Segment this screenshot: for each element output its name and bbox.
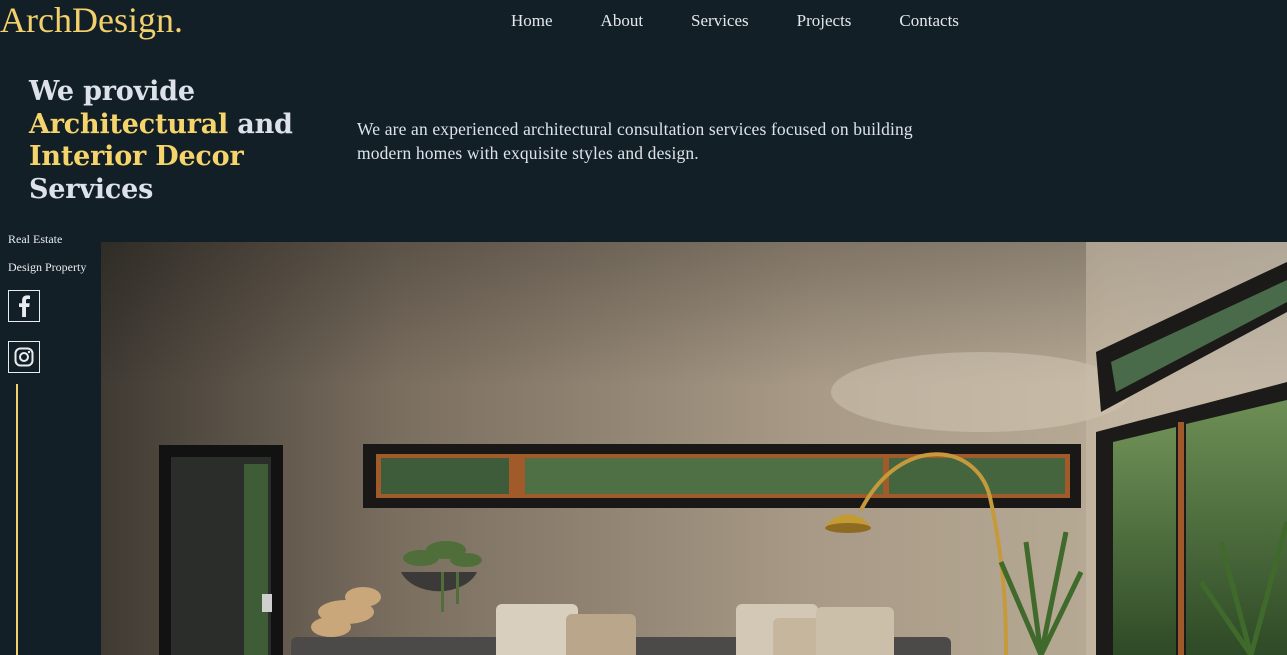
instagram-icon bbox=[14, 347, 34, 367]
hero-title-highlight-architectural: Architectural bbox=[29, 108, 229, 140]
nav-home[interactable]: Home bbox=[487, 10, 577, 32]
hero-title-highlight-interior: Interior Decor bbox=[29, 141, 244, 172]
hero-title: We provide Architectural and Interior De… bbox=[29, 76, 293, 206]
nav-contacts[interactable]: Contacts bbox=[875, 10, 983, 32]
main-nav: Home About Services Projects Contacts bbox=[487, 10, 983, 32]
hero-title-and: and bbox=[228, 108, 293, 140]
nav-services[interactable]: Services bbox=[667, 10, 773, 32]
facebook-button[interactable] bbox=[8, 290, 40, 322]
living-room-illustration bbox=[101, 242, 1287, 655]
page: ArchDesign. Home About Services Projects… bbox=[0, 0, 1287, 655]
nav-about[interactable]: About bbox=[577, 10, 668, 32]
hero-interior-image bbox=[101, 242, 1287, 655]
hero-title-line4: Services bbox=[29, 173, 154, 205]
nav-projects[interactable]: Projects bbox=[773, 10, 876, 32]
logo[interactable]: ArchDesign. bbox=[0, 0, 183, 40]
hero-title-line1: We provide bbox=[29, 76, 195, 107]
hero-description: We are an experienced architectural cons… bbox=[357, 119, 913, 163]
decorative-vertical-line bbox=[16, 384, 18, 655]
facebook-icon bbox=[19, 295, 30, 317]
sidebar-link-design-property[interactable]: Design Property bbox=[8, 259, 86, 275]
sidebar-link-real-estate[interactable]: Real Estate bbox=[8, 231, 62, 247]
instagram-button[interactable] bbox=[8, 341, 40, 373]
